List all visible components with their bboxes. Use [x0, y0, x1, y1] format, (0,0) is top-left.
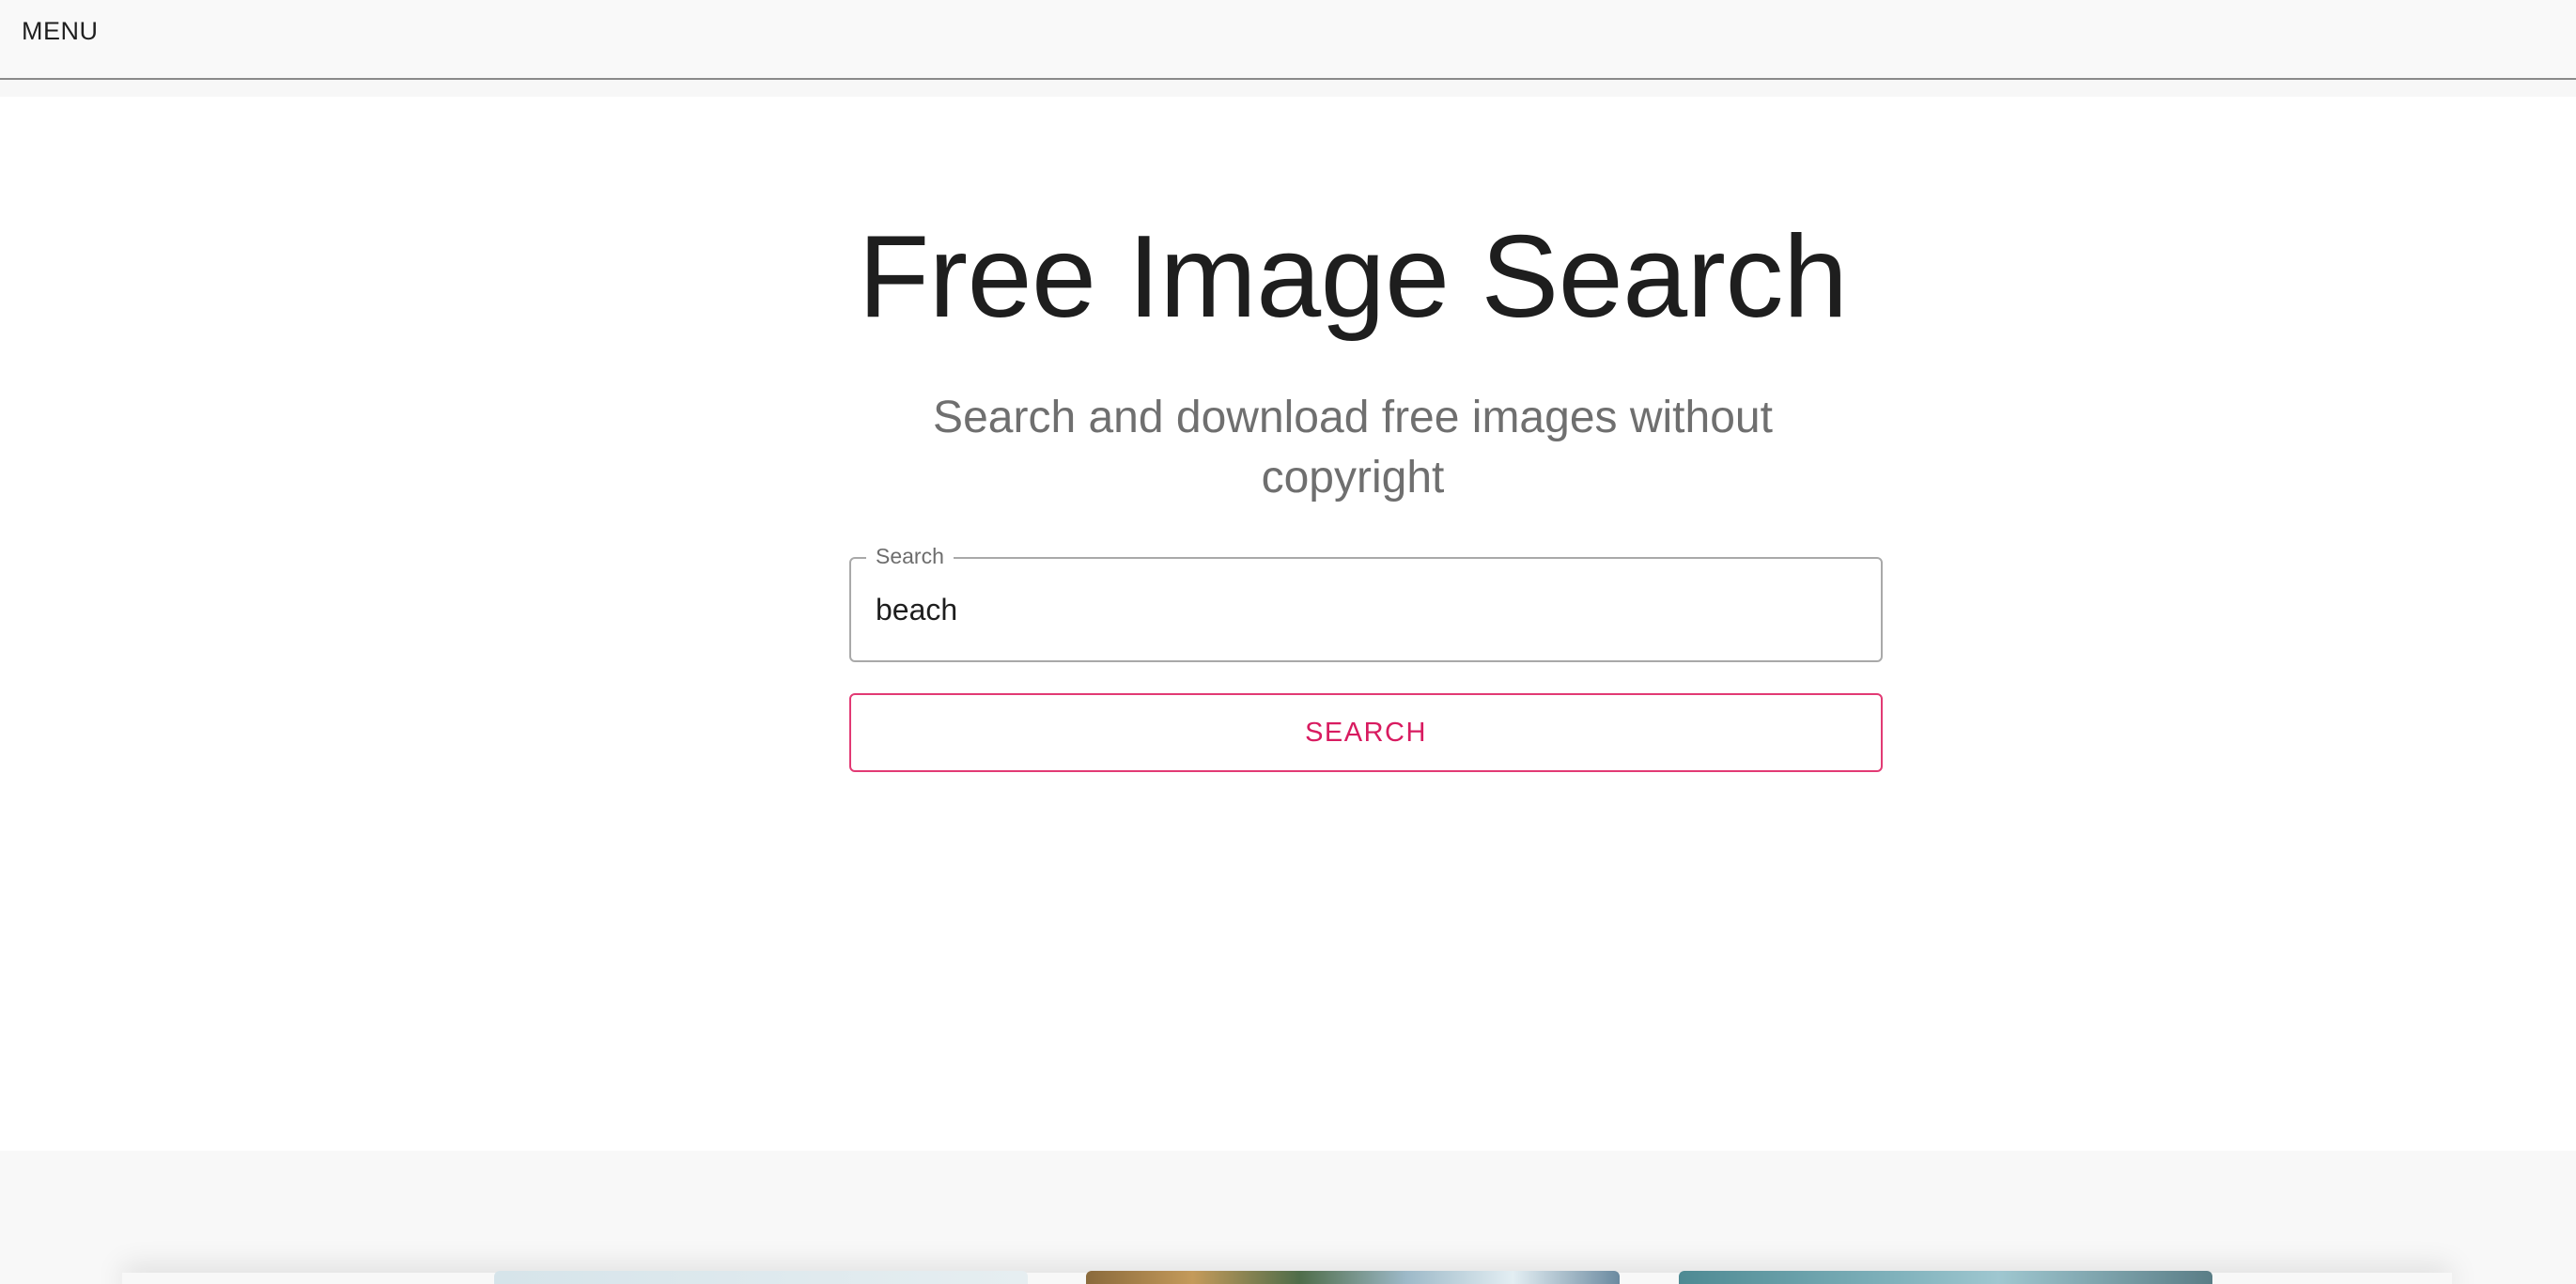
header-divider-strip — [0, 80, 2576, 97]
result-image-thumbnail[interactable] — [1679, 1271, 2212, 1284]
hero-section: Free Image Search Search and download fr… — [0, 97, 2576, 1151]
search-field[interactable]: Search — [849, 544, 1883, 662]
results-section — [0, 1151, 2576, 1284]
search-button[interactable]: SEARCH — [849, 693, 1883, 772]
result-image-thumbnail[interactable] — [1086, 1271, 1620, 1284]
page-title: Free Image Search — [858, 212, 1848, 342]
menu-button[interactable]: MENU — [22, 17, 99, 46]
search-input[interactable] — [876, 581, 1853, 638]
result-image-thumbnail[interactable] — [494, 1271, 1028, 1284]
top-app-bar: MENU — [0, 0, 2576, 80]
page-subtitle: Search and download free images without … — [933, 393, 1773, 503]
search-field-label: Search — [866, 544, 954, 569]
